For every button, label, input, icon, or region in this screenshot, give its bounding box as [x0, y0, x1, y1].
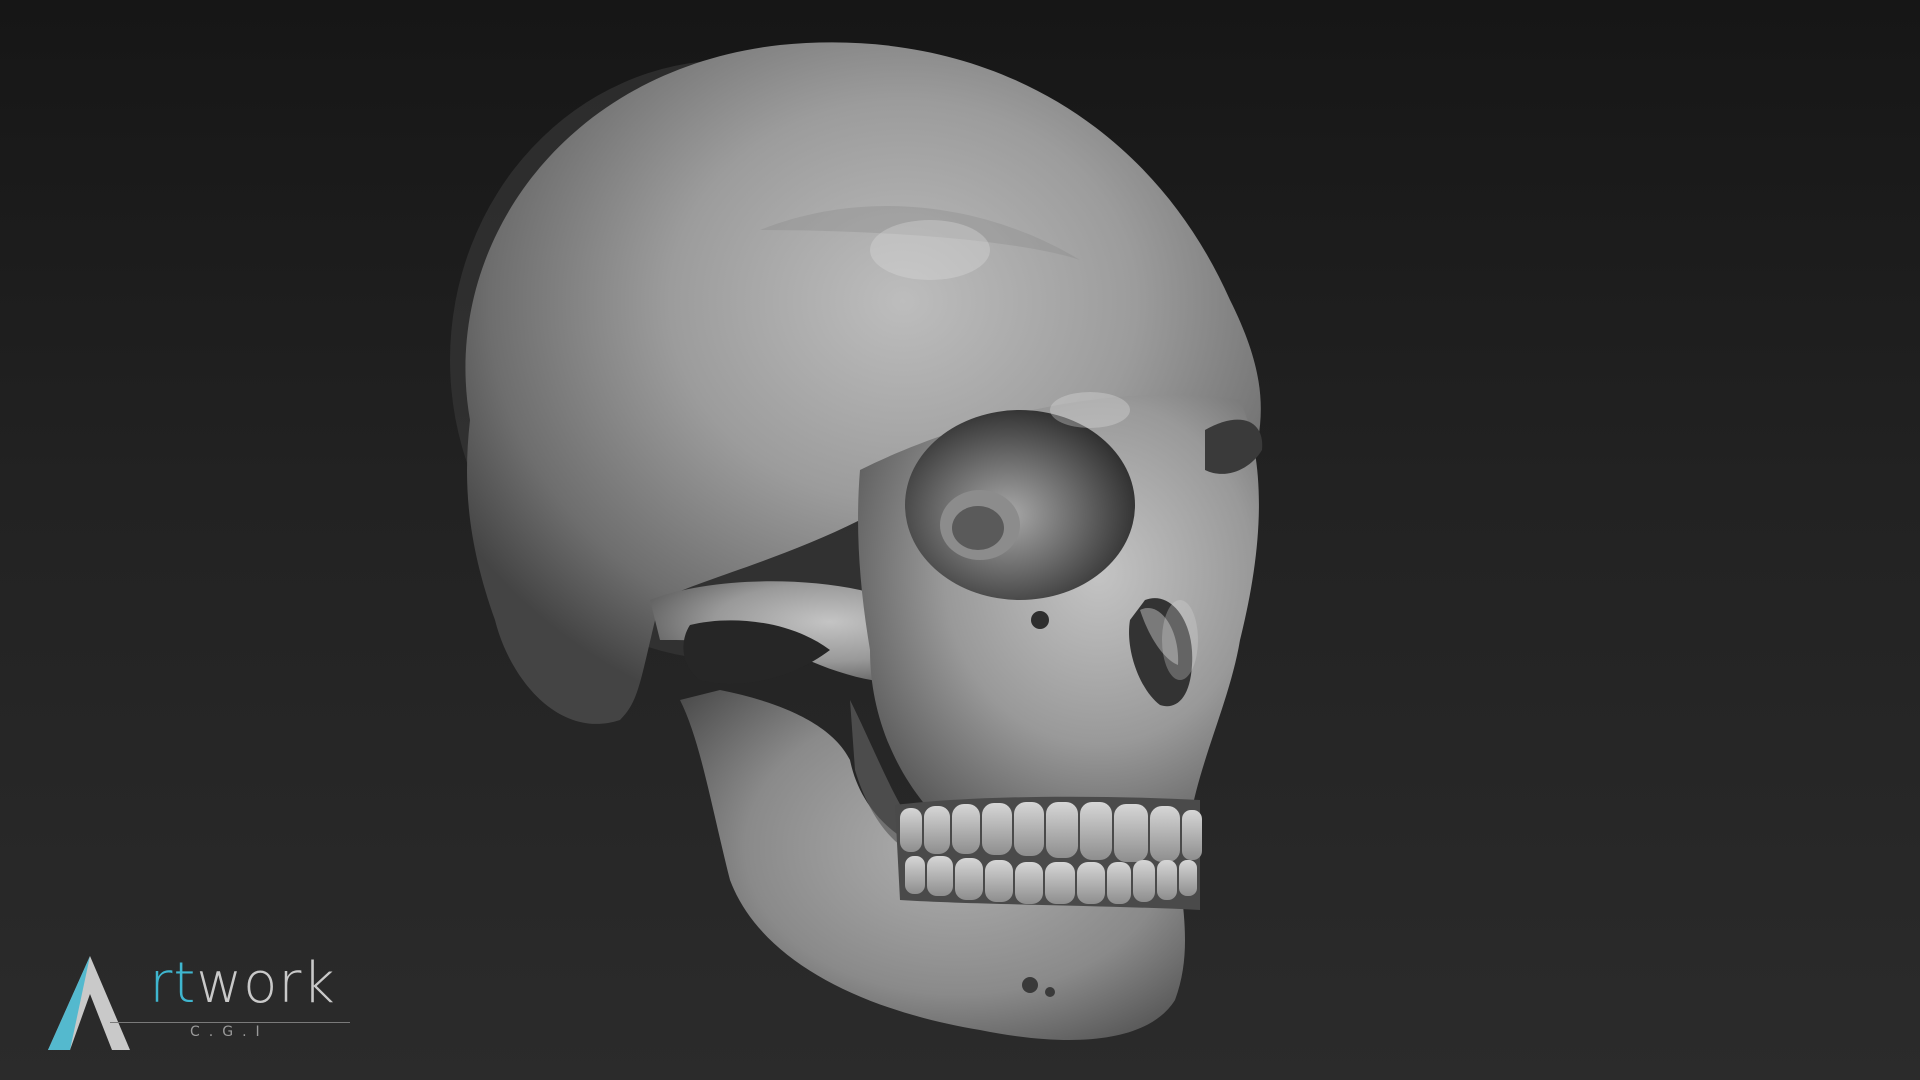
- artwork-cgi-logo: Artwork C.G.I: [40, 950, 370, 1060]
- logo-word-accent: rt: [149, 951, 197, 1016]
- logo-wordmark: Artwork: [110, 954, 336, 1014]
- skull-render-image: [450, 42, 1263, 1040]
- render-viewport: Artwork C.G.I: [0, 0, 1920, 1080]
- logo-divider: [110, 1022, 350, 1023]
- logo-subtitle: C.G.I: [190, 1024, 269, 1040]
- logo-word-rest: work: [196, 951, 336, 1016]
